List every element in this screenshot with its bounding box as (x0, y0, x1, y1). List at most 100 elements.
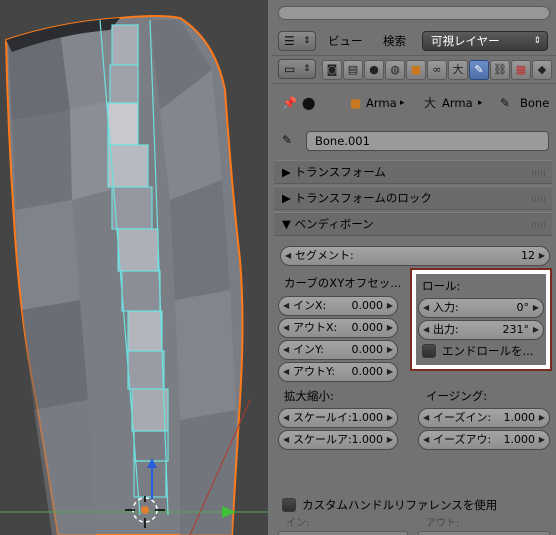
roll-out-value: 231° (502, 323, 530, 336)
in-y-field[interactable]: ◀ インY: 0.000 ▶ (278, 340, 398, 360)
breadcrumb-armature: Arma (442, 96, 473, 110)
segments-value: 12 (521, 249, 535, 262)
chevron-updown-icon: ⇕ (303, 36, 311, 46)
tab-render[interactable]: ◙ (322, 60, 342, 80)
tab-armature-data[interactable]: 大 (448, 60, 468, 80)
out-y-field[interactable]: ◀ アウトY: 0.000 ▶ (278, 362, 398, 382)
increment-arrow-icon[interactable]: ▶ (387, 409, 393, 427)
texture-icon: ◆ (537, 63, 547, 76)
increment-arrow-icon[interactable]: ▶ (539, 431, 545, 449)
tab-bone[interactable]: ✎ (469, 60, 489, 80)
panel-bendy-bones[interactable]: ▼ ベンディボーン (274, 212, 552, 236)
ease-in-label: イーズイン: (433, 411, 492, 424)
tab-constraints[interactable]: ∞ (427, 60, 447, 80)
viewport-canvas[interactable] (0, 0, 268, 535)
increment-arrow-icon[interactable]: ▶ (387, 297, 393, 315)
increment-arrow-icon[interactable]: ▶ (387, 431, 393, 449)
custom-handle-checkbox[interactable] (282, 498, 296, 512)
increment-arrow-icon[interactable]: ▶ (387, 341, 393, 359)
object-icon: ■ (350, 96, 362, 110)
scale-out-field[interactable]: ◀ スケールア: 1.000 ▶ (278, 430, 398, 450)
increment-arrow-icon[interactable]: ▶ (539, 247, 545, 265)
scale-in-field[interactable]: ◀ スケールイ: 1.000 ▶ (278, 408, 398, 428)
tab-object[interactable]: ■ (406, 60, 426, 80)
decrement-arrow-icon[interactable]: ◀ (283, 431, 289, 449)
3d-viewport[interactable] (0, 0, 268, 535)
tab-world[interactable]: ◍ (385, 60, 405, 80)
bone-name-field[interactable]: Bone.001 (306, 131, 549, 151)
decrement-arrow-icon[interactable]: ◀ (423, 321, 429, 339)
decrement-arrow-icon[interactable]: ◀ (283, 341, 289, 359)
end-roll-checkbox[interactable] (422, 344, 436, 358)
ease-out-value: 1.000 (503, 433, 536, 446)
render-icon: ◙ (326, 63, 338, 76)
scale-out-value: 1.000 (351, 433, 384, 446)
render-layers-icon: ▤ (347, 63, 359, 76)
tab-render-layers[interactable]: ▤ (343, 60, 363, 80)
increment-arrow-icon[interactable]: ▶ (533, 321, 539, 339)
drag-handle-icon[interactable] (532, 222, 546, 228)
display-mode-dropdown[interactable]: 可視レイヤー ⇕ (422, 31, 548, 51)
roll-in-label: 入力: (433, 301, 459, 314)
drag-handle-icon[interactable] (532, 170, 546, 176)
roll-title: ロール: (422, 279, 461, 293)
out-y-value: 0.000 (351, 365, 384, 378)
decrement-arrow-icon[interactable]: ◀ (283, 297, 289, 315)
panel-transform[interactable]: ▶ トランスフォーム (274, 160, 552, 184)
outliner-icon: ☰ (284, 34, 295, 48)
increment-arrow-icon[interactable]: ▶ (533, 299, 539, 317)
ease-out-field[interactable]: ◀ イーズアウ: 1.000 ▶ (418, 430, 550, 450)
tab-scene[interactable]: ● (364, 60, 384, 80)
drag-handle-icon[interactable] (532, 196, 546, 202)
chevron-updown-icon: ⇕ (303, 64, 311, 74)
in-x-field[interactable]: ◀ インX: 0.000 ▶ (278, 296, 398, 316)
panel-transform-lock[interactable]: ▶ トランスフォームのロック (274, 186, 552, 210)
decrement-arrow-icon[interactable]: ◀ (283, 363, 289, 381)
decrement-arrow-icon[interactable]: ◀ (285, 247, 291, 265)
out-x-value: 0.000 (351, 321, 384, 334)
decrement-arrow-icon[interactable]: ◀ (423, 409, 429, 427)
horizontal-scrollbar[interactable] (278, 6, 550, 20)
increment-arrow-icon[interactable]: ▶ (539, 409, 545, 427)
increment-arrow-icon[interactable]: ▶ (387, 319, 393, 337)
scene-dot-icon: ⬤ (302, 96, 316, 110)
properties-type-button[interactable]: ▭ ⇕ (278, 59, 316, 79)
handle-out-field[interactable]: ✎ (418, 531, 550, 535)
decrement-arrow-icon[interactable]: ◀ (283, 409, 289, 427)
ease-in-field[interactable]: ◀ イーズイン: 1.000 ▶ (418, 408, 550, 428)
in-x-label: インX: (293, 299, 327, 312)
decrement-arrow-icon[interactable]: ◀ (423, 431, 429, 449)
view-menu[interactable]: ビュー (328, 31, 363, 51)
increment-arrow-icon[interactable]: ▶ (387, 363, 393, 381)
bone-constraint-icon: ⛓ (493, 63, 507, 76)
curve-offset-title: カーブのXYオフセッ... (284, 276, 402, 290)
breadcrumb: 📌 ⬤ ■ Arma ▸ 大 Arma ▸ ✎ Bone (272, 86, 556, 120)
ease-in-value: 1.000 (503, 411, 536, 424)
expand-arrow-icon: ▶ (282, 191, 295, 205)
panel-transform-lock-title: トランスフォームのロック (294, 191, 432, 205)
decrement-arrow-icon[interactable]: ◀ (423, 299, 429, 317)
tab-texture[interactable]: ◆ (532, 60, 552, 80)
panel-bendy-bones-title: ベンディボーン (294, 217, 374, 231)
out-x-field[interactable]: ◀ アウトX: 0.000 ▶ (278, 318, 398, 338)
handle-out-label: アウト: (426, 518, 460, 529)
bone-icon: ✎ (474, 63, 484, 76)
scene-icon: ● (369, 63, 379, 76)
search-menu[interactable]: 検索 (383, 31, 406, 51)
tab-material[interactable]: ▦ (511, 60, 531, 80)
blender-window: ☰ ⇕ ビュー 検索 可視レイヤー ⇕ ▭ ⇕ ◙ ▤ ● ◍ ■ ∞ 大 ✎ … (0, 0, 556, 535)
outliner-header: ☰ ⇕ ビュー 検索 可視レイヤー ⇕ (272, 28, 556, 56)
roll-out-field[interactable]: ◀ 出力: 231° ▶ (418, 320, 544, 340)
decrement-arrow-icon[interactable]: ◀ (283, 319, 289, 337)
tab-bone-constraints[interactable]: ⛓ (490, 60, 510, 80)
roll-group: ロール: ◀ 入力: 0° ▶ ◀ 出力: 231° ▶ エンドロールを... (416, 274, 546, 365)
handle-in-field[interactable]: ✎ (278, 531, 408, 535)
context-tabs: ▭ ⇕ ◙ ▤ ● ◍ ■ ∞ 大 ✎ ⛓ ▦ ◆ (272, 56, 556, 84)
material-icon: ▦ (515, 63, 527, 76)
segments-field[interactable]: ◀ セグメント: 12 ▶ (280, 246, 550, 266)
in-x-value: 0.000 (351, 299, 384, 312)
bone-icon: ✎ (282, 133, 293, 147)
roll-in-field[interactable]: ◀ 入力: 0° ▶ (418, 298, 544, 318)
editor-type-button[interactable]: ☰ ⇕ (278, 31, 316, 51)
pin-icon[interactable]: 📌 (282, 95, 297, 111)
